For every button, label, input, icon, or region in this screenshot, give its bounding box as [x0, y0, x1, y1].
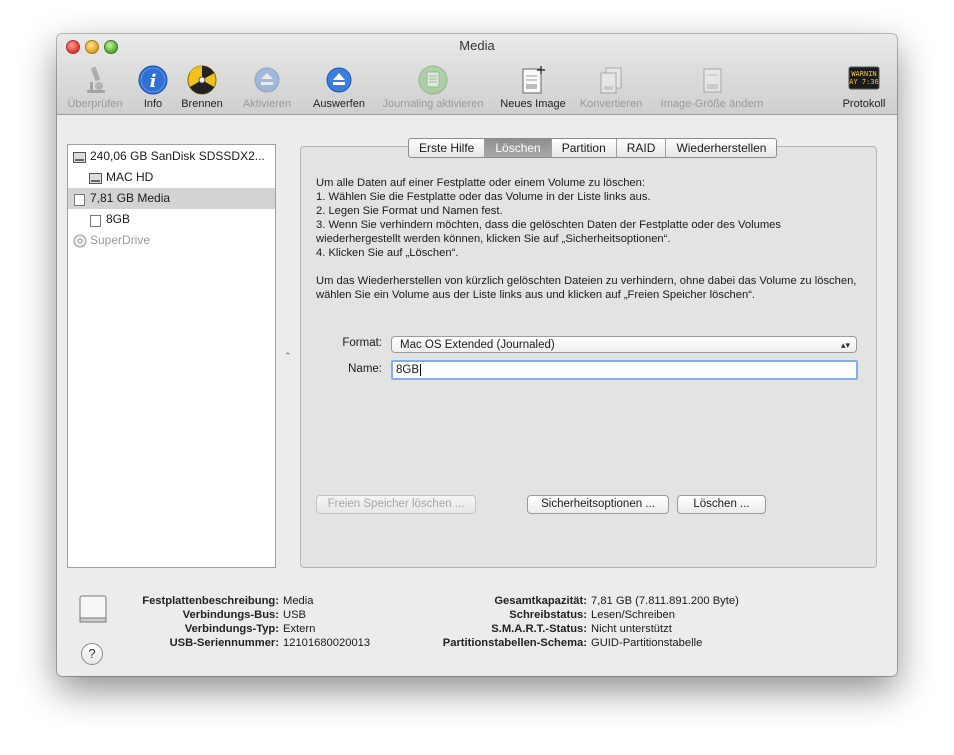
info-icon: i	[137, 64, 169, 96]
resize-image-icon	[696, 64, 728, 96]
toolbar-journaling-label: Journaling aktivieren	[382, 98, 484, 110]
info-value: 7,81 GB (7.811.891.200 Byte)	[591, 595, 739, 607]
erase-button[interactable]: Löschen ...	[677, 495, 766, 514]
security-options-button[interactable]: Sicherheitsoptionen ...	[527, 495, 669, 514]
sidebar-item-label: 240,06 GB SanDisk SDSSDX2...	[90, 149, 265, 163]
toolbar-log-button[interactable]: WARNIN AY 7:36 Protokoll	[837, 64, 891, 110]
info-value: GUID-Partitionstabelle	[591, 637, 703, 649]
free-space-note: Um das Wiederherstellen von kürzlich gel…	[316, 275, 857, 301]
info-value: Nicht unterstützt	[591, 623, 672, 635]
new-image-icon	[517, 64, 549, 96]
toolbar-convert-label: Konvertieren	[579, 98, 643, 110]
tab-first-aid[interactable]: Erste Hilfe	[409, 139, 486, 157]
toolbar-mount-button[interactable]: Aktivieren	[237, 64, 297, 110]
tab-partition[interactable]: Partition	[552, 139, 617, 157]
toolbar-log-label: Protokoll	[842, 98, 886, 110]
sidebar-item-sandisk[interactable]: 240,06 GB SanDisk SDSSDX2...	[68, 146, 275, 167]
sidebar-item-mac-hd[interactable]: MAC HD	[68, 167, 275, 188]
tab-restore[interactable]: Wiederherstellen	[666, 139, 776, 157]
name-field[interactable]: 8GB	[391, 360, 858, 380]
instruction-line: 4. Klicken Sie auf „Löschen“.	[316, 247, 459, 259]
info-value: Extern	[283, 623, 316, 635]
external-volume-icon	[89, 213, 101, 227]
info-value: Lesen/Schreiben	[591, 609, 675, 621]
format-value: Mac OS Extended (Journaled)	[400, 339, 555, 351]
info-value: Media	[283, 595, 314, 607]
svg-text:WARNIN: WARNIN	[851, 70, 876, 78]
instruction-line: Um alle Daten auf einer Festplatte oder …	[316, 177, 645, 189]
toolbar-new-image-button[interactable]: Neues Image	[497, 64, 569, 110]
tab-bar: Erste Hilfe Löschen Partition RAID Wiede…	[408, 138, 778, 158]
internal-volume-icon	[89, 171, 102, 184]
erase-free-space-button[interactable]: Freien Speicher löschen ...	[316, 495, 476, 514]
toolbar-resize-image-label: Image-Größe ändern	[660, 98, 764, 110]
toolbar-verify-button[interactable]: Überprüfen	[63, 64, 127, 110]
toolbar-burn-label: Brennen	[181, 98, 223, 110]
sidebar-item-label: 7,81 GB Media	[90, 191, 171, 205]
split-view-handle[interactable]: ⌃	[284, 351, 292, 362]
toolbar-eject-button[interactable]: Auswerfen	[308, 64, 370, 110]
log-icon: WARNIN AY 7:36	[848, 64, 880, 96]
toolbar-convert-button[interactable]: Konvertieren	[576, 64, 646, 110]
eject-icon	[323, 64, 355, 96]
format-popup[interactable]: Mac OS Extended (Journaled) ▴▾	[391, 336, 857, 353]
tab-raid[interactable]: RAID	[617, 139, 667, 157]
toolbar-verify-label: Überprüfen	[67, 98, 123, 110]
info-key: Gesamtkapazität:	[494, 595, 587, 607]
popup-arrows-icon: ▴▾	[840, 340, 850, 350]
info-key: Verbindungs-Typ:	[184, 623, 279, 635]
svg-text:i: i	[150, 71, 157, 92]
disk-info-right: Gesamtkapazität: 7,81 GB (7.811.891.200 B…	[420, 594, 739, 650]
name-value: 8GB	[396, 364, 420, 376]
info-key: Verbindungs-Bus:	[182, 609, 279, 621]
instruction-line: 2. Legen Sie Format und Namen fest.	[316, 205, 503, 217]
tab-erase[interactable]: Löschen	[485, 139, 552, 157]
toolbar-info-button[interactable]: i Info	[135, 64, 171, 110]
sidebar-item-media[interactable]: 7,81 GB Media	[68, 188, 275, 209]
external-disk-icon	[73, 192, 85, 206]
disk-info-left: Festplattenbeschreibung: Media Verbindung…	[117, 594, 370, 650]
external-disk-large-icon	[79, 594, 107, 624]
toolbar-new-image-label: Neues Image	[500, 98, 566, 110]
instruction-line: 1. Wählen Sie die Festplatte oder das Vo…	[316, 191, 651, 203]
convert-icon	[595, 64, 627, 96]
text-caret	[420, 363, 422, 376]
name-label: Name:	[348, 363, 382, 375]
toolbar-info-label: Info	[143, 98, 163, 110]
info-key: Partitionstabellen-Schema:	[442, 637, 587, 649]
internal-disk-icon	[73, 150, 86, 163]
toolbar-journaling-button[interactable]: Journaling aktivieren	[375, 64, 491, 110]
mount-icon	[251, 64, 283, 96]
toolbar-burn-button[interactable]: Brennen	[177, 64, 227, 110]
toolbar-eject-label: Auswerfen	[313, 98, 365, 110]
instruction-line: 3. Wenn Sie verhindern möchten, dass die…	[316, 219, 781, 245]
toolbar-mount-label: Aktivieren	[242, 98, 292, 110]
sidebar-item-superdrive[interactable]: SuperDrive	[68, 230, 275, 251]
sidebar-item-label: SuperDrive	[90, 233, 151, 247]
toolbar-resize-image-button[interactable]: Image-Größe ändern	[654, 64, 770, 110]
disk-list-sidebar[interactable]: 240,06 GB SanDisk SDSSDX2... MAC HD 7,81…	[67, 144, 276, 568]
info-key: Schreibstatus:	[509, 609, 587, 621]
erase-pane: Um alle Daten auf einer Festplatte oder …	[300, 146, 877, 568]
microscope-icon	[79, 64, 111, 96]
help-button[interactable]: ?	[81, 643, 103, 665]
journaling-icon	[417, 64, 449, 96]
erase-instructions: Um alle Daten auf einer Festplatte oder …	[316, 176, 861, 302]
info-key: USB-Seriennummer:	[169, 637, 279, 649]
window-title: Media	[459, 38, 495, 53]
title-bar: Media Überprüfen i Info Brennen Aktivier…	[57, 34, 897, 115]
info-key: S.M.A.R.T.-Status:	[491, 623, 587, 635]
svg-text:AY 7:36: AY 7:36	[849, 78, 879, 86]
optical-drive-icon	[73, 234, 87, 248]
sidebar-item-label: MAC HD	[106, 170, 154, 184]
info-value: 12101680020013	[283, 637, 371, 649]
sidebar-item-8gb[interactable]: 8GB	[68, 209, 275, 230]
sidebar-item-label: 8GB	[106, 212, 131, 226]
burn-icon	[186, 64, 218, 96]
disk-utility-window: Media Überprüfen i Info Brennen Aktivier…	[57, 34, 897, 676]
info-key: Festplattenbeschreibung:	[142, 595, 279, 607]
info-value: USB	[283, 609, 307, 621]
format-label: Format:	[342, 337, 382, 349]
